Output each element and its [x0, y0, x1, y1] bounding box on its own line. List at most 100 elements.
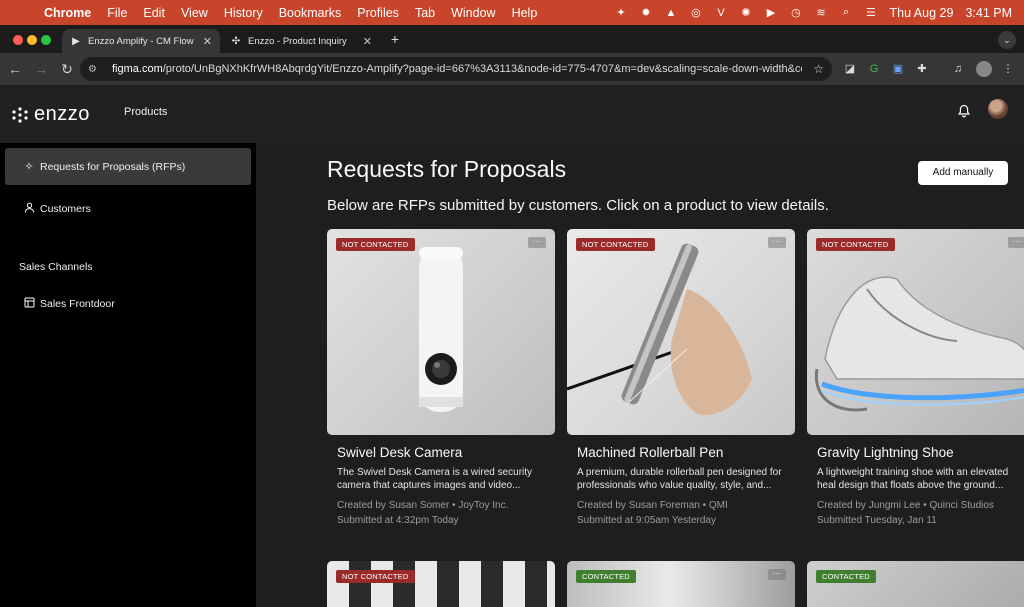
tab-enzzo-amplify[interactable]: ▶ Enzzo Amplify - CM Flow ✕: [62, 29, 220, 53]
card-description-line: A lightweight training shoe with an elev…: [817, 467, 1009, 478]
tab-product-inquiry[interactable]: ✣ Enzzo - Product Inquiry ✕: [222, 29, 380, 53]
person-icon: [22, 202, 36, 216]
logo-text: enzzo: [34, 103, 90, 125]
rfp-card-row2-3[interactable]: CONTACTED: [807, 561, 1024, 607]
docs-extension-icon[interactable]: ▣: [890, 61, 906, 77]
more-options-icon[interactable]: ···: [768, 237, 786, 248]
rfp-card-row2-2[interactable]: CONTACTED ···: [567, 561, 795, 607]
rfp-card-machined-rollerball-pen[interactable]: NOT CONTACTED ··· Machined Rollerball Pe…: [567, 229, 795, 528]
more-options-icon[interactable]: ···: [1008, 237, 1024, 248]
media-controls-icon[interactable]: ♫: [950, 61, 966, 77]
card-submitted-at: Submitted at 9:05am Yesterday: [577, 515, 716, 526]
menu-bar-time[interactable]: 3:41 PM: [965, 6, 1012, 20]
site-settings-icon[interactable]: ⚙: [88, 64, 102, 75]
product-image-shoe[interactable]: NOT CONTACTED ···: [807, 229, 1024, 435]
tab-title: Enzzo - Product Inquiry: [248, 35, 347, 47]
sidebar-item-rfps[interactable]: ✧ Requests for Proposals (RFPs): [5, 148, 251, 185]
play-tray-icon[interactable]: ▶: [764, 6, 777, 19]
tab-title: Enzzo Amplify - CM Flow: [88, 35, 194, 47]
vectorworks-tray-icon[interactable]: V: [714, 6, 727, 19]
more-options-icon[interactable]: ···: [528, 237, 546, 248]
forward-icon[interactable]: →: [30, 58, 52, 80]
product-image-pen[interactable]: NOT CONTACTED ···: [567, 229, 795, 435]
bell-glyph: [958, 104, 970, 118]
enzzo-icon: ✣: [231, 35, 241, 47]
menu-profiles[interactable]: Profiles: [357, 6, 399, 20]
page-title: Requests for Proposals: [327, 156, 567, 182]
grammarly-icon[interactable]: G: [866, 61, 882, 77]
sidebar-item-sales-frontdoor[interactable]: Sales Frontdoor: [5, 285, 251, 322]
pen-illustration: [567, 243, 752, 415]
sidebar-item-label: Requests for Proposals (RFPs): [40, 160, 186, 173]
nav-products[interactable]: Products: [124, 106, 167, 118]
figma-play-icon: ▶: [72, 35, 80, 47]
clock-tray-icon[interactable]: ◷: [789, 6, 802, 19]
new-tab-icon[interactable]: +: [386, 29, 404, 49]
gear-tray-icon[interactable]: ✹: [639, 6, 652, 19]
sidebar-item-label: Customers: [40, 202, 91, 215]
menu-view[interactable]: View: [181, 6, 208, 20]
extension-icon[interactable]: ◪: [842, 61, 858, 77]
zoom-window-icon[interactable]: [41, 35, 51, 45]
card-created-by: Created by Jungmi Lee • Quinci Studios: [817, 500, 994, 511]
shoe-illustration: [814, 276, 1024, 412]
menu-history[interactable]: History: [224, 6, 263, 20]
creative-cloud-tray-icon[interactable]: ◎: [689, 6, 702, 19]
more-options-icon[interactable]: ···: [768, 569, 786, 580]
menu-edit[interactable]: Edit: [143, 6, 165, 20]
card-description: A premium, durable rollerball pen design…: [577, 466, 785, 492]
reload-icon[interactable]: ↻: [56, 58, 78, 80]
back-icon[interactable]: ←: [4, 58, 26, 80]
chevron-down-icon[interactable]: ⌄: [998, 31, 1016, 49]
product-image-row2-3[interactable]: CONTACTED: [807, 561, 1024, 607]
minimize-window-icon[interactable]: [27, 35, 37, 45]
card-description: The Swivel Desk Camera is a wired securi…: [337, 466, 545, 492]
menu-window[interactable]: Window: [451, 6, 495, 20]
card-description-line: professionals who value quality, style, …: [577, 480, 772, 491]
status-badge: NOT CONTACTED: [576, 238, 655, 251]
card-description-line: heal design that floats above the ground…: [817, 480, 1004, 491]
more-menu-icon[interactable]: ⋮: [1000, 61, 1016, 77]
profile-avatar-icon[interactable]: [976, 61, 992, 77]
close-tab-icon[interactable]: ✕: [203, 35, 212, 48]
url-host: figma.com: [112, 63, 163, 75]
rfp-card-gravity-lightning-shoe[interactable]: NOT CONTACTED ··· Gravity Lightning Shoe…: [807, 229, 1024, 528]
sidebar-item-customers[interactable]: Customers: [5, 190, 251, 227]
menu-help[interactable]: Help: [512, 6, 538, 20]
bookmark-star-icon[interactable]: ☆: [813, 62, 824, 76]
menu-file[interactable]: File: [107, 6, 127, 20]
bell-icon[interactable]: [955, 104, 973, 122]
add-manually-button[interactable]: Add manually: [918, 161, 1008, 185]
rfp-card-swivel-desk-camera[interactable]: NOT CONTACTED ··· Swivel Desk Camera The…: [327, 229, 555, 528]
wifi-icon[interactable]: ≋: [814, 6, 827, 19]
puzzle-icon[interactable]: ✚: [914, 61, 930, 77]
main-content: Requests for Proposals Add manually Belo…: [256, 143, 1024, 607]
figma-tray-icon[interactable]: ✦: [614, 6, 627, 19]
menu-tab[interactable]: Tab: [415, 6, 435, 20]
enzzo-logo[interactable]: enzzo: [12, 103, 90, 126]
card-title: Gravity Lightning Shoe: [817, 445, 954, 460]
close-tab-icon[interactable]: ✕: [363, 35, 372, 48]
camera-illustration: [419, 247, 463, 412]
url-text[interactable]: figma.com/proto/UnBgNXhKfrWH8AbqrdgYit/E…: [112, 63, 802, 75]
close-window-icon[interactable]: [13, 35, 23, 45]
url-path: /proto/UnBgNXhKfrWH8AbqrdgYit/Enzzo-Ampl…: [162, 63, 802, 75]
macos-menu-bar: Chrome File Edit View History Bookmarks …: [0, 0, 1024, 25]
menu-app-name[interactable]: Chrome: [44, 6, 91, 20]
product-image-camera[interactable]: NOT CONTACTED ···: [327, 229, 555, 435]
drive-tray-icon[interactable]: ▲: [664, 6, 677, 19]
control-center-icon[interactable]: ☰: [864, 6, 877, 19]
product-image-tumbler[interactable]: CONTACTED ···: [567, 561, 795, 607]
rfp-card-row2-1[interactable]: NOT CONTACTED: [327, 561, 555, 607]
card-created-by: Created by Susan Somer • JoyToy Inc.: [337, 500, 509, 511]
menu-bookmarks[interactable]: Bookmarks: [279, 6, 342, 20]
enzzo-logo-icon: [12, 106, 28, 123]
chatgpt-tray-icon[interactable]: ✺: [739, 6, 752, 19]
storefront-icon: [22, 297, 36, 311]
product-image-chess[interactable]: NOT CONTACTED: [327, 561, 555, 607]
address-bar[interactable]: ⚙ figma.com/proto/UnBgNXhKfrWH8AbqrdgYit…: [80, 57, 832, 81]
menu-bar-date[interactable]: Thu Aug 29: [889, 6, 953, 20]
search-icon[interactable]: ⌕: [839, 6, 852, 19]
avatar[interactable]: [988, 99, 1008, 119]
card-description: A lightweight training shoe with an elev…: [817, 466, 1024, 492]
